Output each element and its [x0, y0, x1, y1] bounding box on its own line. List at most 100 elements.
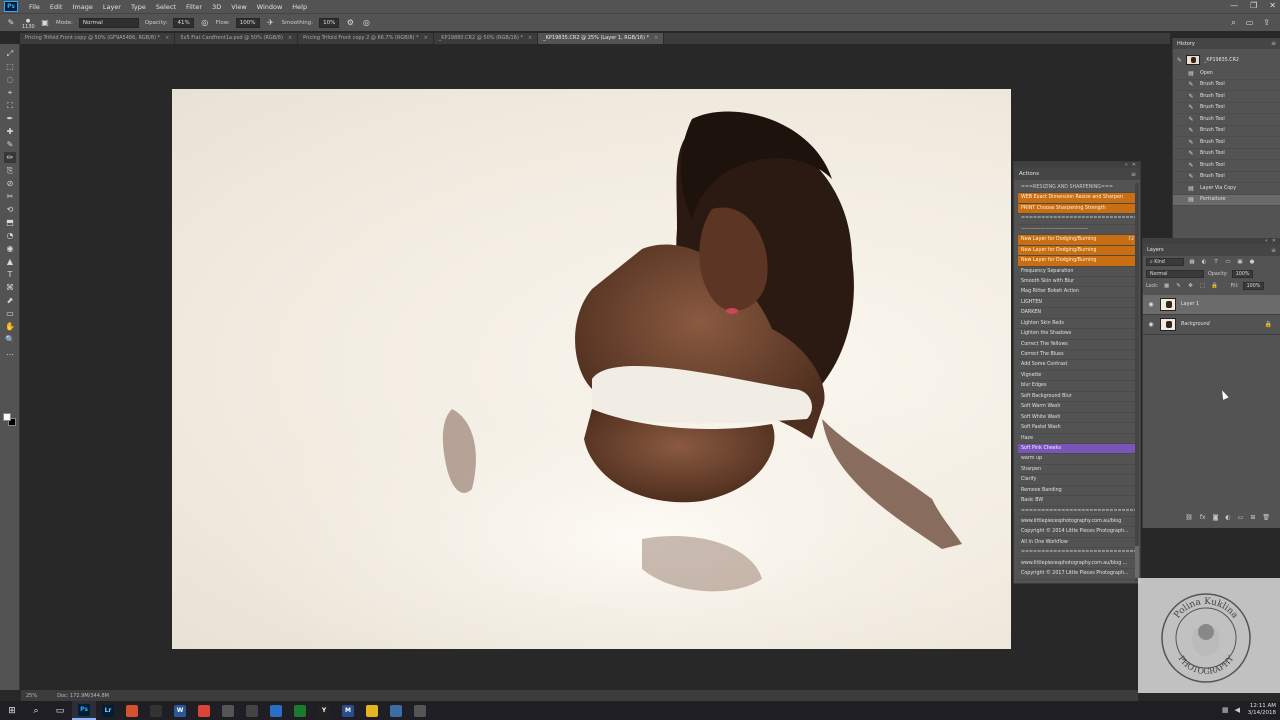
tab-close-icon[interactable]: ×: [528, 35, 532, 41]
blur-tool-icon[interactable]: ◔: [4, 230, 16, 241]
shape-filter-icon[interactable]: ▭: [1224, 259, 1232, 265]
action-item[interactable]: Soft Warm Wash: [1018, 402, 1137, 413]
panel-menu-icon[interactable]: ≡: [1271, 40, 1276, 47]
history-tab[interactable]: History: [1177, 41, 1195, 47]
taskbar-app-icon[interactable]: [192, 701, 216, 720]
delete-layer-icon[interactable]: 🗑: [1262, 514, 1270, 524]
history-state[interactable]: ✎ Brush Tool: [1173, 80, 1280, 91]
document-tab[interactable]: _KP19835.CR2 @ 25% (Layer 1, RGB/16) * ×: [538, 33, 665, 44]
collapse-icon[interactable]: «: [1265, 238, 1268, 244]
layer-row[interactable]: ◉ Layer 1: [1143, 295, 1280, 315]
taskbar-app-icon[interactable]: M: [336, 701, 360, 720]
taskbar-app-icon[interactable]: [120, 701, 144, 720]
close-icon[interactable]: ✕: [1272, 238, 1276, 244]
taskbar-app-icon[interactable]: Ps: [72, 701, 96, 720]
menu-view[interactable]: View: [226, 3, 251, 11]
foreground-color-swatch[interactable]: [3, 413, 11, 421]
taskbar-app-icon[interactable]: [360, 701, 384, 720]
fill-field[interactable]: 100%: [1242, 282, 1265, 290]
taskbar-clock[interactable]: 12:11 AM 3/14/2018: [1248, 703, 1276, 717]
lock-all-icon[interactable]: 🔒: [1211, 283, 1219, 289]
action-item[interactable]: www.littlepiecesphotography.com.au/blog …: [1018, 559, 1137, 570]
dodge-tool-icon[interactable]: ⬒: [4, 217, 16, 228]
actions-scroll-thumb[interactable]: [1135, 546, 1139, 578]
mode-select[interactable]: Normal: [78, 17, 139, 28]
lock-artboard-icon[interactable]: ⬚: [1199, 283, 1207, 289]
close-icon[interactable]: ✕: [1132, 162, 1136, 168]
action-item[interactable]: Mag Ritter Bokeh Action: [1018, 287, 1137, 298]
action-item[interactable]: Clarify: [1018, 475, 1137, 486]
layer-row[interactable]: ◉ Background 🔒: [1143, 315, 1280, 335]
brush-tool-icon[interactable]: ✏: [4, 152, 16, 163]
layer-name[interactable]: Background: [1181, 322, 1210, 327]
action-item[interactable]: Soft White Wash: [1018, 413, 1137, 424]
tab-close-icon[interactable]: ×: [288, 35, 292, 41]
brush-settings-icon[interactable]: ▣: [40, 18, 50, 28]
crop-tool-icon[interactable]: ⛶: [4, 100, 16, 111]
lock-transparent-icon[interactable]: ▦: [1163, 283, 1171, 289]
action-item[interactable]: Correct The Blues: [1018, 350, 1137, 361]
taskbar-app-icon[interactable]: [384, 701, 408, 720]
layer-style-icon[interactable]: fx: [1200, 514, 1206, 524]
path-select-tool-icon[interactable]: ⌘: [4, 282, 16, 293]
menu-select[interactable]: Select: [151, 3, 181, 11]
taskbar-app-icon[interactable]: [408, 701, 432, 720]
new-layer-icon[interactable]: ⊞: [1250, 514, 1255, 524]
action-item[interactable]: PRINT Choose Sharpening Strength: [1018, 203, 1137, 215]
history-state[interactable]: ▤ Open: [1173, 68, 1280, 80]
gradient-tool-icon[interactable]: ⟲: [4, 204, 16, 215]
actions-tab[interactable]: Actions: [1019, 171, 1039, 177]
type-tool-icon[interactable]: T: [4, 269, 16, 280]
tab-close-icon[interactable]: ×: [165, 35, 169, 41]
action-item[interactable]: Copyright © 2017 Little Pieces Photograp…: [1018, 569, 1137, 580]
lasso-tool-icon[interactable]: ◌: [4, 74, 16, 85]
brush-size-icon[interactable]: ● 1130: [22, 18, 35, 30]
action-item[interactable]: Copyright © 2014 Little Pieces Photograp…: [1018, 527, 1137, 538]
adjustment-layer-icon[interactable]: ◐: [1225, 514, 1230, 524]
action-item[interactable]: LIGHTEN: [1018, 298, 1137, 309]
history-state[interactable]: ✎ Brush Tool: [1173, 160, 1280, 172]
action-item[interactable]: DARKEN: [1018, 308, 1137, 319]
action-item[interactable]: Smooth Skin with Blur: [1018, 277, 1137, 288]
airbrush-icon[interactable]: ✈: [266, 18, 276, 28]
document-size[interactable]: Doc: 172.9M/344.8M: [57, 693, 109, 699]
action-item[interactable]: Add Some Contrast: [1018, 360, 1137, 371]
filter-toggle-icon[interactable]: ●: [1248, 259, 1256, 265]
pressure-size-icon[interactable]: ◎: [361, 18, 371, 28]
taskbar-app-icon[interactable]: [264, 701, 288, 720]
layers-tab[interactable]: Layers: [1147, 247, 1164, 253]
clone-stamp-tool-icon[interactable]: ⎘: [4, 165, 16, 176]
share-icon[interactable]: ⇪: [1263, 18, 1270, 28]
eraser-tool-icon[interactable]: ✂: [4, 191, 16, 202]
lock-image-icon[interactable]: ✎: [1175, 283, 1183, 289]
hand-tool-icon[interactable]: ✋: [4, 321, 16, 332]
opacity-field[interactable]: 41%: [173, 17, 194, 28]
menu-window[interactable]: Window: [252, 3, 288, 11]
action-item[interactable]: Lighten Skin Reds: [1018, 319, 1137, 330]
smoothing-field[interactable]: 10%: [319, 17, 340, 28]
action-item[interactable]: www.littlepiecesphotography.com.au/blog: [1018, 517, 1137, 528]
zoom-level[interactable]: 25%: [26, 693, 37, 699]
rectangle-tool-icon[interactable]: ▭: [4, 308, 16, 319]
task-view-icon[interactable]: ▭: [48, 701, 72, 720]
action-item[interactable]: Basic BW: [1018, 496, 1137, 507]
action-item[interactable]: Vignette: [1018, 371, 1137, 382]
new-group-icon[interactable]: ▭: [1238, 514, 1244, 524]
panel-menu-icon[interactable]: ≡: [1271, 247, 1276, 254]
taskbar-app-icon[interactable]: W: [168, 701, 192, 720]
action-item[interactable]: warm up: [1018, 454, 1137, 465]
pen-tool-icon[interactable]: ◉: [4, 243, 16, 254]
visibility-eye-icon[interactable]: ◉: [1147, 301, 1155, 308]
taskbar-app-icon[interactable]: [144, 701, 168, 720]
menu-3d[interactable]: 3D: [207, 3, 226, 11]
taskbar-app-icon[interactable]: [216, 701, 240, 720]
history-state[interactable]: ✎ Brush Tool: [1173, 137, 1280, 149]
brush-tool-preset-icon[interactable]: ✎: [6, 18, 16, 28]
action-item[interactable]: Remove Banding: [1018, 486, 1137, 497]
action-item[interactable]: Soft Background Blur: [1018, 392, 1137, 403]
actions-scrollbar[interactable]: [1135, 183, 1139, 581]
add-mask-icon[interactable]: ◙: [1213, 514, 1219, 524]
history-state[interactable]: ✎ Brush Tool: [1173, 114, 1280, 126]
tab-close-icon[interactable]: ×: [424, 35, 428, 41]
start-button-icon[interactable]: ⊞: [0, 701, 24, 720]
